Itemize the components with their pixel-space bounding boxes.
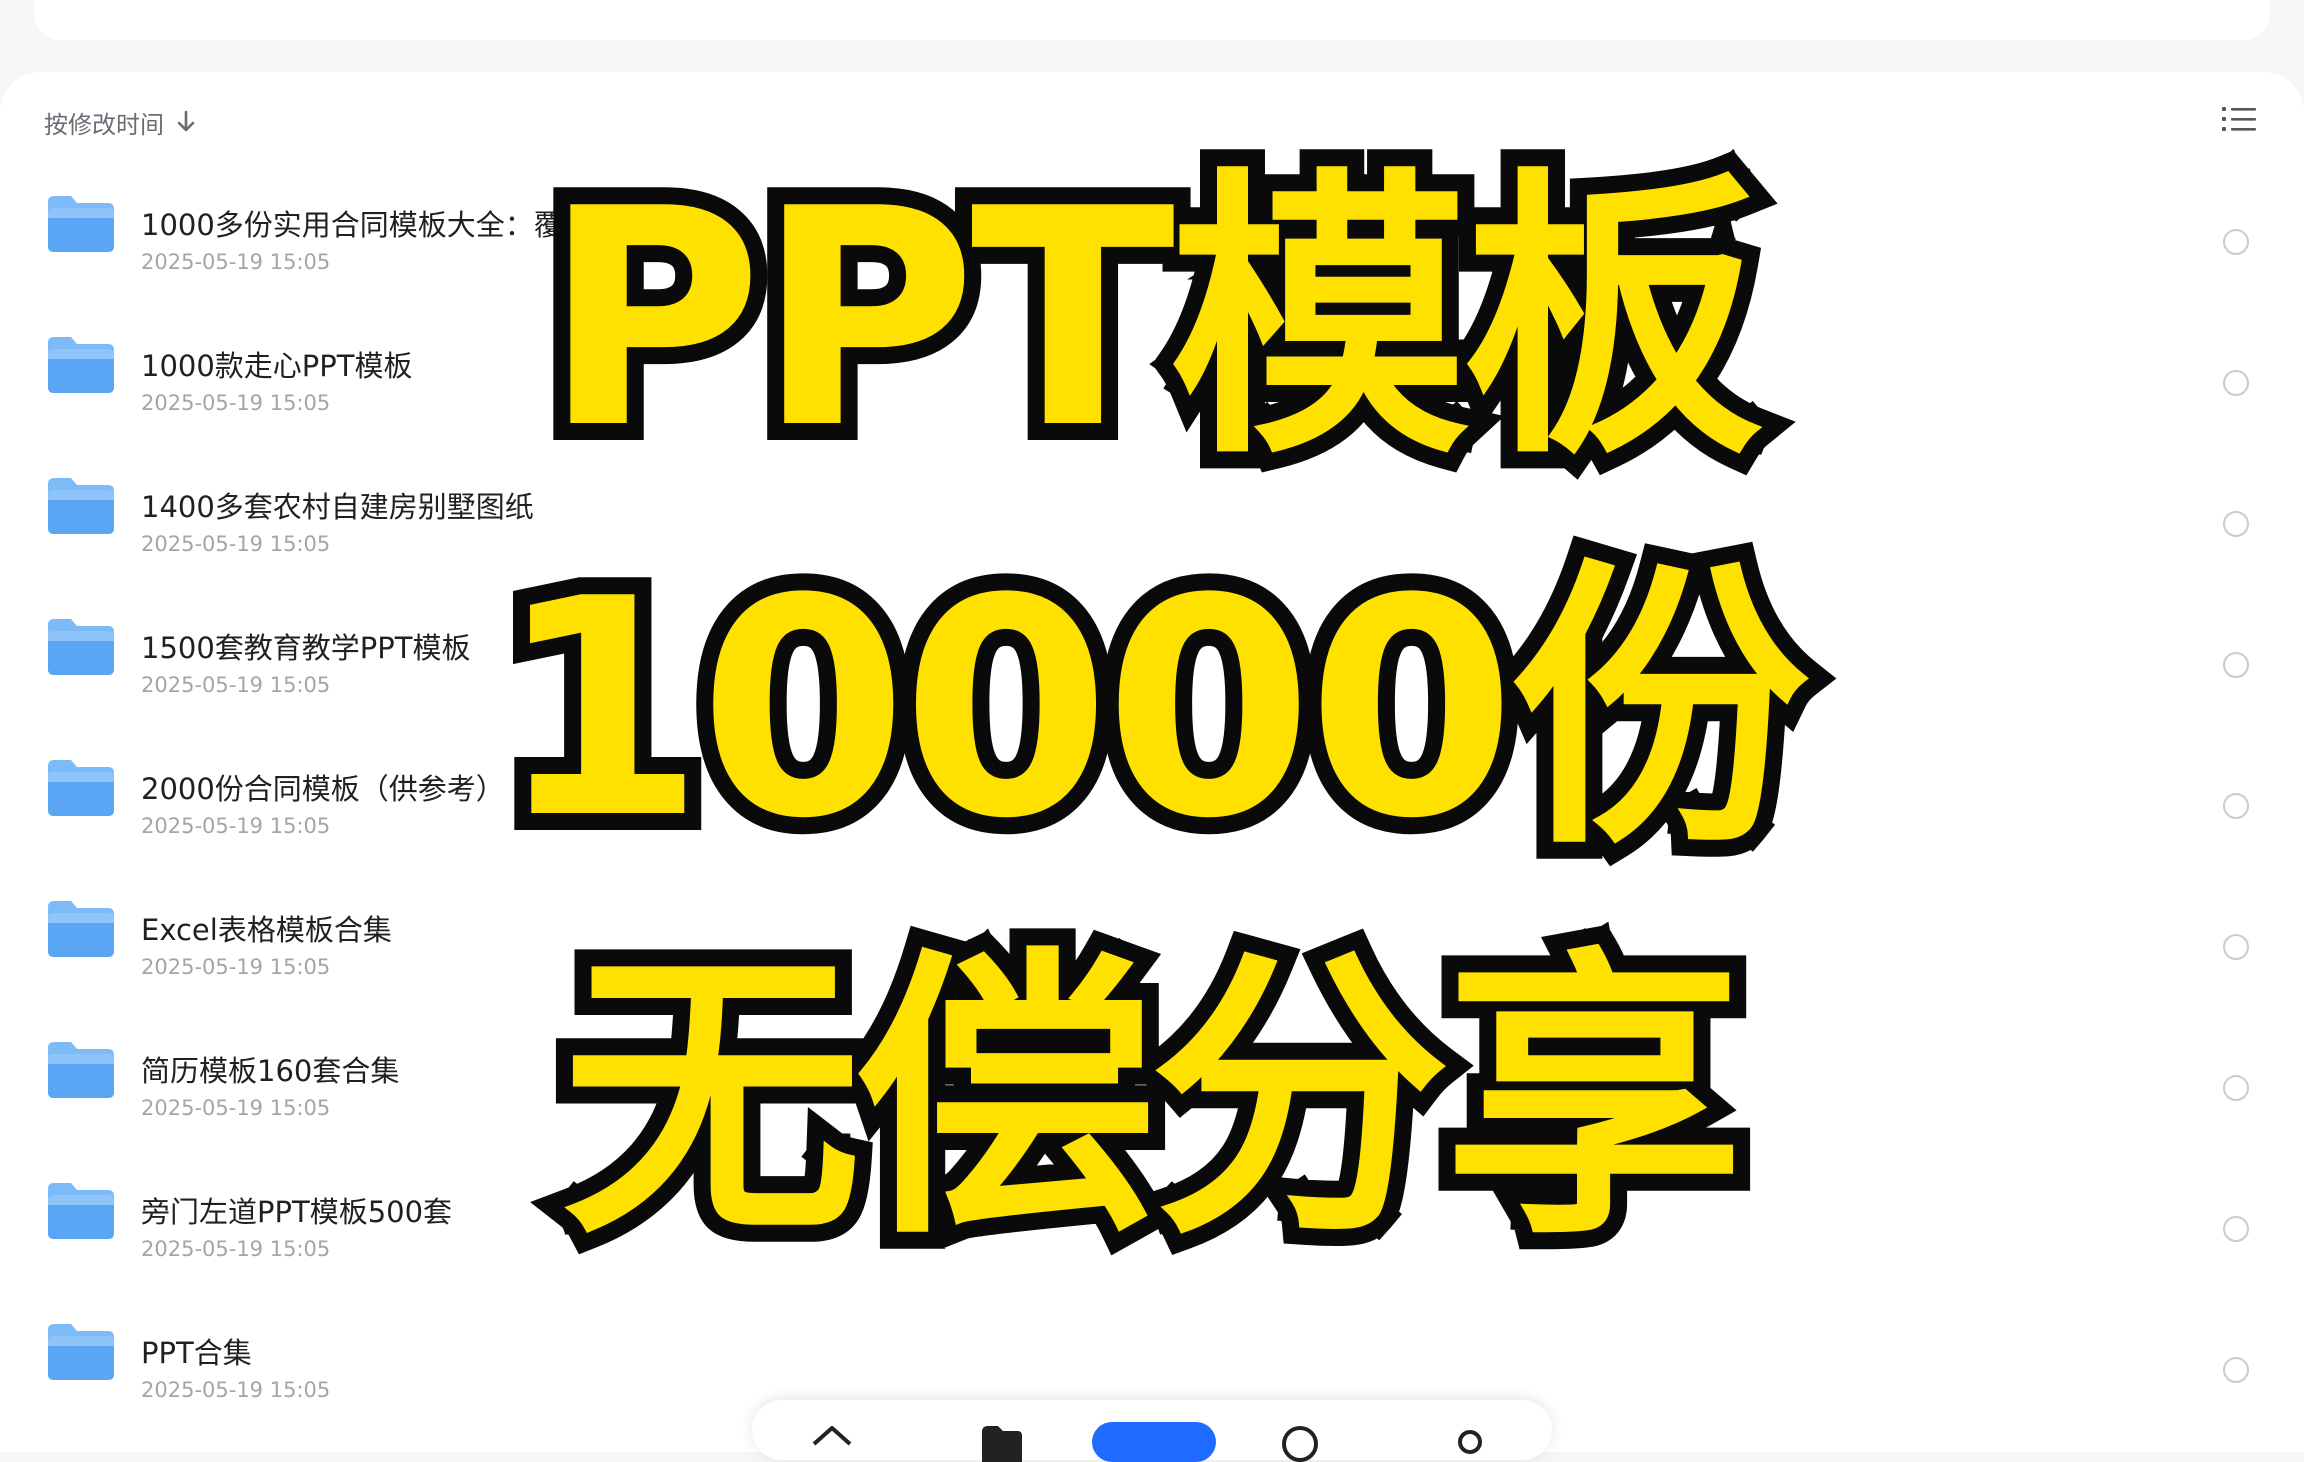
list-item[interactable]: 1000款走心PPT模板 2025-05-19 15:05 <box>0 309 2304 450</box>
select-checkbox[interactable] <box>2223 793 2249 819</box>
list-item[interactable]: 1500套教育教学PPT模板 2025-05-19 15:05 <box>0 591 2304 732</box>
file-name: 2000份合同模板（供参考） <box>141 772 505 806</box>
select-checkbox[interactable] <box>2223 1216 2249 1242</box>
file-date: 2025-05-19 15:05 <box>141 955 331 979</box>
bottom-nav <box>752 1400 1552 1462</box>
list-item[interactable]: 旁门左道PPT模板500套 2025-05-19 15:05 <box>0 1155 2304 1296</box>
list-view-icon[interactable] <box>2222 104 2256 134</box>
file-date: 2025-05-19 15:05 <box>141 1096 331 1120</box>
folder-icon <box>48 901 114 957</box>
file-list: 1000多份实用合同模板大全：覆 2025-05-19 15:05 1000款走… <box>0 168 2304 1437</box>
list-item[interactable]: 1400多套农村自建房别墅图纸 2025-05-19 15:05 <box>0 450 2304 591</box>
profile-icon[interactable] <box>1446 1422 1494 1462</box>
file-date: 2025-05-19 15:05 <box>141 1378 331 1402</box>
file-name: PPT合集 <box>141 1336 252 1370</box>
select-checkbox[interactable] <box>2223 370 2249 396</box>
folder-icon <box>48 478 114 534</box>
file-name: 1000多份实用合同模板大全：覆 <box>141 208 563 242</box>
select-checkbox[interactable] <box>2223 1075 2249 1101</box>
file-date: 2025-05-19 15:05 <box>141 1237 331 1261</box>
folder-icon <box>48 760 114 816</box>
file-date: 2025-05-19 15:05 <box>141 532 331 556</box>
active-tab[interactable] <box>1092 1422 1216 1462</box>
select-checkbox[interactable] <box>2223 229 2249 255</box>
folder-icon[interactable] <box>978 1422 1026 1462</box>
folder-icon <box>48 196 114 252</box>
file-name: 1400多套农村自建房别墅图纸 <box>141 490 534 524</box>
folder-icon <box>48 1042 114 1098</box>
file-name: 1500套教育教学PPT模板 <box>141 631 471 665</box>
select-checkbox[interactable] <box>2223 934 2249 960</box>
folder-icon <box>48 619 114 675</box>
sort-label: 按修改时间 <box>44 110 164 139</box>
file-name: Excel表格模板合集 <box>141 913 392 947</box>
search-icon[interactable] <box>1276 1422 1324 1462</box>
select-checkbox[interactable] <box>2223 1357 2249 1383</box>
select-checkbox[interactable] <box>2223 652 2249 678</box>
select-checkbox[interactable] <box>2223 511 2249 537</box>
folder-icon <box>48 337 114 393</box>
file-date: 2025-05-19 15:05 <box>141 673 331 697</box>
list-item[interactable]: Excel表格模板合集 2025-05-19 15:05 <box>0 873 2304 1014</box>
list-item[interactable]: 简历模板160套合集 2025-05-19 15:05 <box>0 1014 2304 1155</box>
file-date: 2025-05-19 15:05 <box>141 814 331 838</box>
file-name: 旁门左道PPT模板500套 <box>141 1195 453 1229</box>
file-name: 简历模板160套合集 <box>141 1054 400 1088</box>
folder-icon <box>48 1183 114 1239</box>
list-item[interactable]: 1000多份实用合同模板大全：覆 2025-05-19 15:05 <box>0 168 2304 309</box>
file-date: 2025-05-19 15:05 <box>141 391 331 415</box>
folder-icon <box>48 1324 114 1380</box>
file-name: 1000款走心PPT模板 <box>141 349 413 383</box>
top-bar <box>34 0 2270 40</box>
arrow-down-icon <box>177 110 195 132</box>
sort-control[interactable]: 按修改时间 <box>44 104 198 140</box>
list-item[interactable]: 2000份合同模板（供参考） 2025-05-19 15:05 <box>0 732 2304 873</box>
file-date: 2025-05-19 15:05 <box>141 250 331 274</box>
home-icon[interactable] <box>808 1422 856 1462</box>
